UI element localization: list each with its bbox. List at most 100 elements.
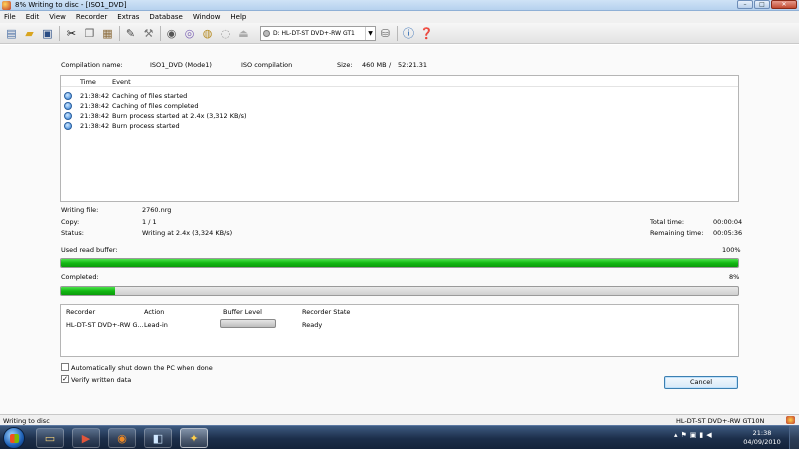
menu-edit[interactable]: Edit — [21, 11, 45, 23]
event-row: 21:38:42 Caching of files completed — [61, 101, 738, 111]
chevron-down-icon[interactable]: ▼ — [365, 27, 375, 40]
info-icon[interactable]: ⓘ — [401, 26, 416, 41]
menu-file[interactable]: File — [0, 11, 21, 23]
completed-label: Completed: — [61, 273, 99, 281]
verify-checkbox-label[interactable]: Verify written data — [71, 376, 131, 384]
info-icon — [64, 92, 72, 100]
recorder-column-header[interactable]: Recorder — [66, 308, 95, 316]
menu-extras[interactable]: Extras — [112, 11, 144, 23]
event-row: 21:38:42 Caching of files started — [61, 91, 738, 101]
size-separator: / — [389, 61, 392, 69]
event-log[interactable]: Time Event 21:38:42 Caching of files sta… — [60, 75, 739, 202]
completed-progress-bar — [60, 286, 739, 296]
writing-file-label: Writing file: — [61, 206, 99, 214]
copy-icon[interactable]: ❐ — [82, 26, 97, 41]
event-text: Burn process started — [112, 122, 180, 130]
burn-icon[interactable]: ◉ — [164, 26, 179, 41]
paste-icon[interactable]: ▦ — [100, 26, 115, 41]
menu-view[interactable]: View — [44, 11, 71, 23]
total-time-label: Total time: — [650, 218, 685, 226]
buffer-percent: 100% — [722, 246, 741, 254]
total-time-value: 00:00:04 — [713, 218, 743, 226]
edit-icon[interactable]: ✎ — [123, 26, 138, 41]
media-icon[interactable]: ▶ — [72, 428, 100, 448]
open-icon[interactable]: ▰ — [22, 26, 37, 41]
disc-drive-icon — [263, 30, 270, 37]
recorder-state-column-header[interactable]: Recorder State — [302, 308, 350, 316]
compilation-name-label: Compilation name: — [61, 61, 123, 69]
verify-checkbox[interactable]: ✓ — [61, 375, 69, 383]
recorder-state-cell: Ready — [302, 321, 323, 329]
info-icon — [64, 122, 72, 130]
copy-disc-icon[interactable]: ◎ — [182, 26, 197, 41]
event-time: 21:38:42 — [80, 112, 110, 120]
explorer-icon[interactable]: ▭ — [36, 428, 64, 448]
eject-icon[interactable]: ⏏ — [236, 26, 251, 41]
status-bar-text: Writing to disc — [3, 417, 50, 425]
tools-icon[interactable]: ⚒ — [141, 26, 156, 41]
copy-value: 1 / 1 — [142, 218, 157, 226]
new-icon[interactable]: ▤ — [4, 26, 19, 41]
menu-database[interactable]: Database — [144, 11, 187, 23]
app-icon[interactable]: ◧ — [144, 428, 172, 448]
drive-icon[interactable]: ⛁ — [378, 26, 393, 41]
erase-icon[interactable]: ◌ — [218, 26, 233, 41]
menu-window[interactable]: Window — [188, 11, 226, 23]
start-button[interactable] — [3, 427, 25, 449]
event-column-header[interactable]: Event — [112, 78, 131, 86]
flag-icon[interactable]: ⚑ — [681, 431, 690, 439]
size-value: 460 MB — [362, 61, 387, 69]
nero-status-icon — [786, 416, 795, 424]
system-tray: ▴⚑▣▮◀ — [674, 431, 715, 439]
show-desktop-button[interactable] — [789, 426, 799, 449]
clock-time: 21:38 — [752, 429, 772, 437]
completed-percent: 8% — [729, 273, 740, 281]
toolbar: ▤ ▰ ▣ ✂ ❐ ▦ ✎ ⚒ ◉ ◎ ◍ ◌ ⏏ D: HL-DT-ST DV… — [0, 23, 799, 44]
nero-burn-icon[interactable]: ✦ — [180, 428, 208, 448]
nero-app-icon — [2, 1, 11, 10]
status-bar-drive: HL-DT-ST DVD+-RW GT10N — [676, 417, 765, 425]
network-icon[interactable]: ▣ — [690, 431, 700, 439]
action-column-header[interactable]: Action — [144, 308, 164, 316]
event-text: Burn process started at 2.4x (3,312 KB/s… — [112, 112, 247, 120]
system-clock[interactable]: 21:38 04/09/2010 — [740, 429, 784, 447]
cancel-button[interactable]: Cancel — [664, 376, 738, 389]
toolbar-separator — [59, 26, 60, 41]
firefox-icon[interactable]: ◉ — [108, 428, 136, 448]
shutdown-checkbox-label[interactable]: Automatically shut down the PC when done — [71, 364, 213, 372]
status-value: Writing at 2.4x (3,324 KB/s) — [142, 229, 233, 237]
disc-info-icon[interactable]: ◍ — [200, 26, 215, 41]
recorder-action-cell: Lead-in — [144, 321, 168, 329]
buffer-level-column-header[interactable]: Buffer Level — [223, 308, 262, 316]
toolbar-separator — [119, 26, 120, 41]
event-time: 21:38:42 — [80, 92, 110, 100]
drive-select[interactable]: D: HL-DT-ST DVD+-RW GT1 ▼ — [260, 26, 376, 41]
windows-logo-icon — [10, 434, 19, 443]
close-button[interactable]: ✕ — [771, 0, 797, 9]
taskbar: ▭ ▶ ◉ ◧ ✦ ▴⚑▣▮◀ 21:38 04/09/2010 — [0, 425, 799, 449]
maximize-button[interactable]: □ — [754, 0, 770, 9]
info-icon — [64, 112, 72, 120]
buffer-progress-fill — [61, 259, 738, 267]
drive-select-value: D: HL-DT-ST DVD+-RW GT1 — [273, 30, 355, 37]
status-label: Status: — [61, 229, 84, 237]
recorder-table[interactable]: Recorder Action Buffer Level Recorder St… — [60, 304, 739, 357]
recorder-name-cell: HL-DT-ST DVD+-RW G... — [66, 321, 144, 329]
volume-icon[interactable]: ◀ — [706, 431, 714, 439]
event-time: 21:38:42 — [80, 122, 110, 130]
completed-progress-fill — [61, 287, 116, 295]
window-controls: – □ ✕ — [736, 0, 797, 9]
minimize-button[interactable]: – — [737, 0, 753, 9]
menu-help[interactable]: Help — [225, 11, 251, 23]
toolbar-separator — [397, 26, 398, 41]
info-icon — [64, 102, 72, 110]
event-row: 21:38:42 Burn process started — [61, 121, 738, 131]
time-column-header[interactable]: Time — [80, 78, 96, 86]
size-label: Size: — [337, 61, 353, 69]
writing-file-value: 2760.nrg — [142, 206, 172, 214]
cut-icon[interactable]: ✂ — [64, 26, 79, 41]
menu-recorder[interactable]: Recorder — [71, 11, 112, 23]
shutdown-checkbox[interactable] — [61, 363, 69, 371]
save-icon[interactable]: ▣ — [40, 26, 55, 41]
help-icon[interactable]: ❓ — [419, 26, 434, 41]
